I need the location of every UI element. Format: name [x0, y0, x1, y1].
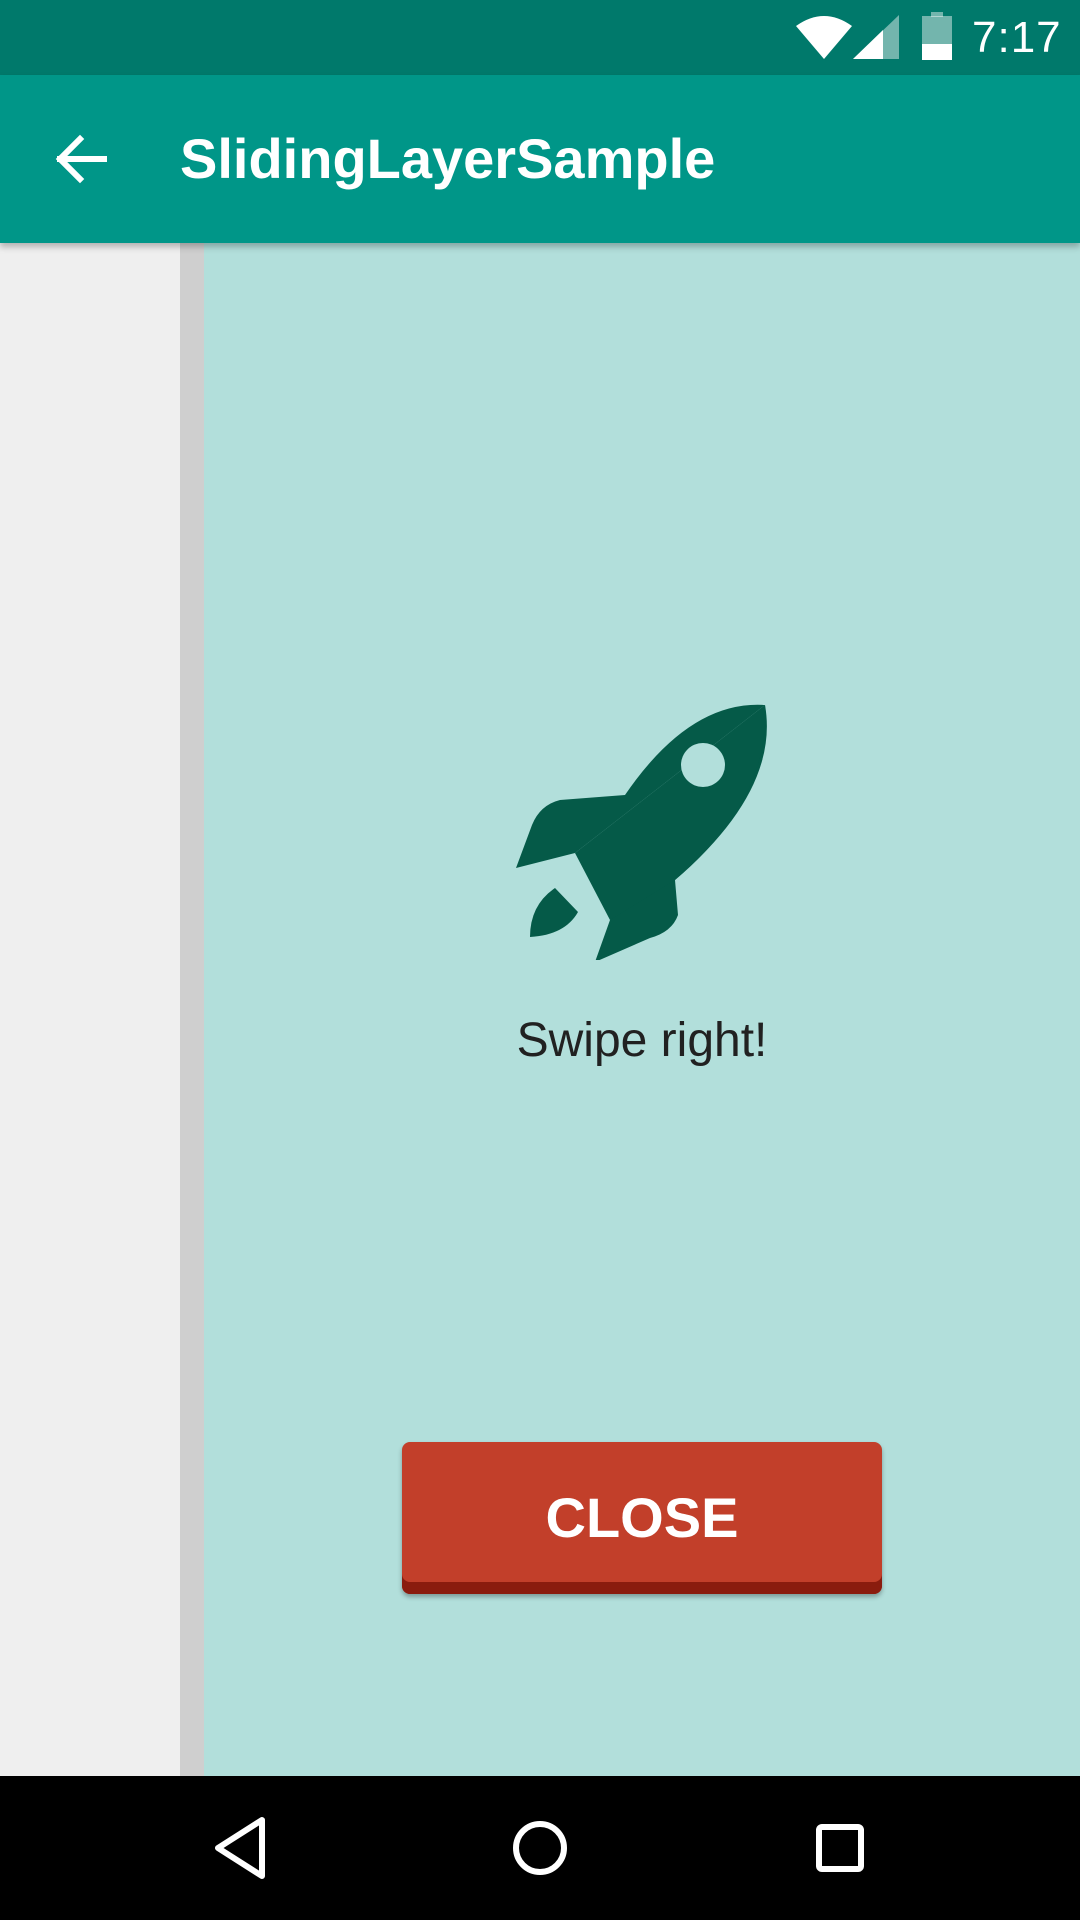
home-circle-icon[interactable]: [500, 1808, 580, 1888]
app-title: SlidingLayerSample: [180, 127, 716, 190]
recents-square-icon[interactable]: [800, 1808, 880, 1888]
cell-signal-icon: [853, 15, 899, 59]
close-button[interactable]: CLOSE: [402, 1442, 882, 1594]
app-bar: SlidingLayerSample: [0, 75, 1080, 243]
underlay-panel: [0, 243, 180, 1776]
navigation-bar: [0, 1776, 1080, 1920]
status-time: 7:17: [972, 13, 1062, 62]
sliding-layer-shadow-edge[interactable]: [180, 243, 204, 1776]
rocket-icon: [516, 704, 767, 960]
back-triangle-icon[interactable]: [200, 1808, 280, 1888]
battery-icon: [922, 12, 952, 60]
status-bar: 7:17: [0, 0, 1080, 75]
arrow-back-icon[interactable]: [40, 119, 120, 199]
swipe-instruction-text: Swipe right!: [516, 1014, 768, 1067]
wifi-icon: [796, 16, 852, 59]
